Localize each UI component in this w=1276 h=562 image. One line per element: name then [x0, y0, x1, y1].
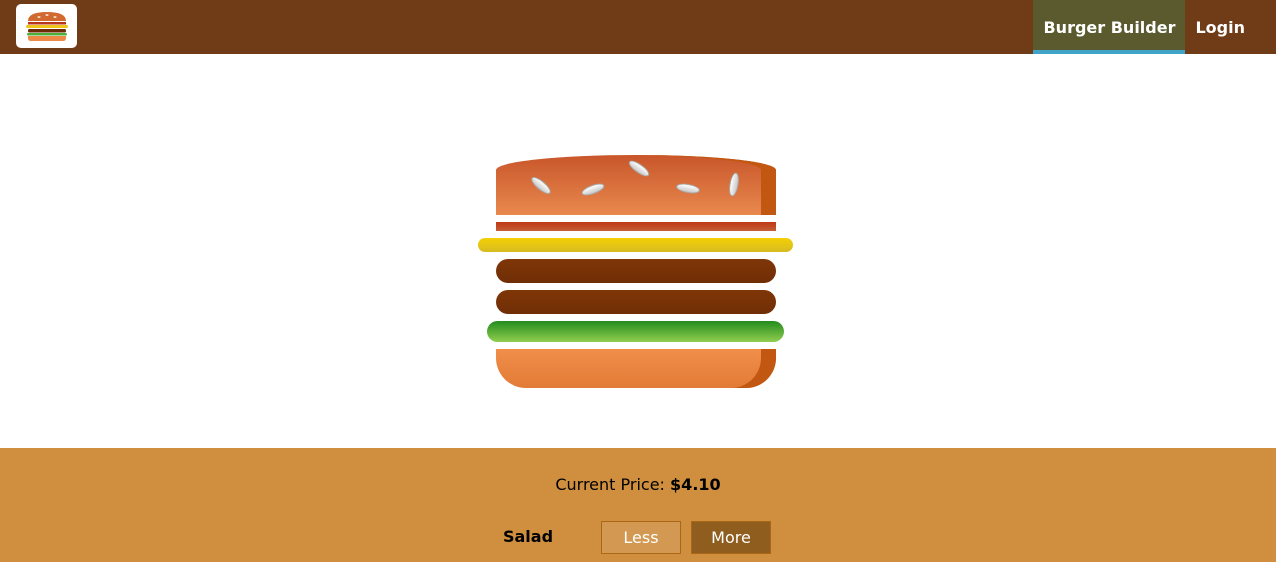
bacon	[496, 222, 776, 231]
toolbar: Burger Builder Login	[0, 0, 1276, 54]
build-control-label: Salad	[502, 527, 554, 546]
seed	[727, 171, 741, 198]
salad	[487, 321, 784, 342]
build-control-salad: Salad Less More	[0, 521, 1276, 555]
more-button[interactable]: More	[691, 521, 771, 554]
main-nav: Burger Builder Login	[1033, 0, 1276, 54]
nav-burger-builder[interactable]: Burger Builder	[1033, 0, 1186, 54]
burger-preview	[0, 54, 1276, 448]
nav-login[interactable]: Login	[1185, 0, 1276, 54]
meat	[496, 259, 776, 283]
current-price: Current Price: $4.10	[0, 475, 1276, 494]
less-button[interactable]: Less	[601, 521, 681, 554]
seed	[580, 181, 606, 198]
seed	[626, 157, 652, 180]
burger-logo-icon[interactable]	[16, 4, 77, 48]
price-label: Current Price:	[555, 475, 665, 494]
build-controls: Current Price: $4.10 Salad Less More	[0, 448, 1276, 562]
bread-top	[496, 155, 776, 215]
price-value: $4.10	[670, 475, 721, 494]
cheese	[478, 238, 793, 252]
seed	[675, 181, 701, 196]
bread-bottom	[496, 349, 776, 388]
seed	[528, 174, 554, 197]
meat	[496, 290, 776, 314]
